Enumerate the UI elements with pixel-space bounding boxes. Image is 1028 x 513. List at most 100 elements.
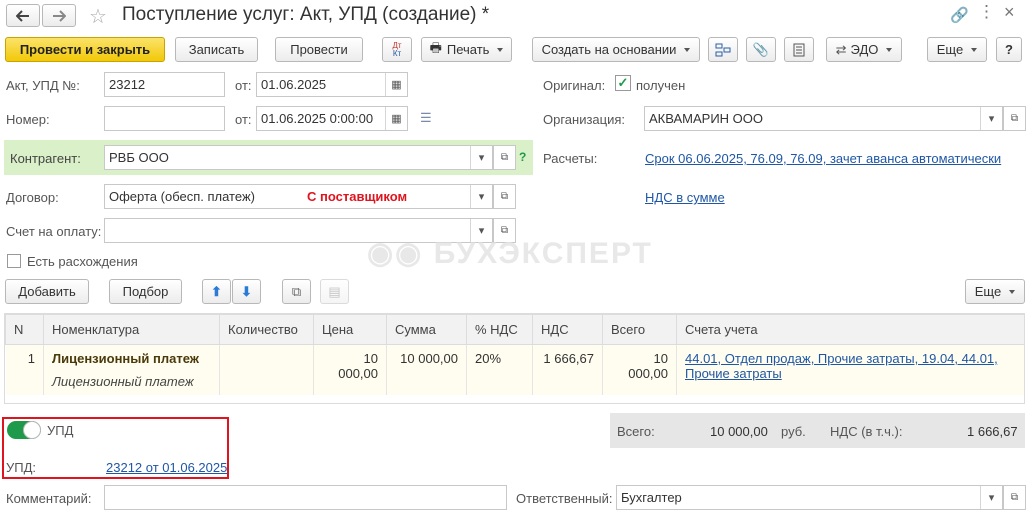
structure-button[interactable] [708,37,738,62]
column-header[interactable]: Всего [602,314,677,345]
discrepancy-checkbox[interactable] [7,254,21,268]
contract-value: Оферта (обесп. платеж) [109,189,255,204]
total-cell[interactable]: 10 000,00 [602,344,677,395]
chevron-down-icon[interactable]: ▾ [980,107,1002,130]
organization-label: Организация: [543,112,626,127]
more-button[interactable]: Еще [927,37,987,62]
price-cell[interactable]: 10 000,00 [313,344,387,395]
column-header[interactable]: Цена [313,314,387,345]
open-icon[interactable]: ⧉ [493,184,516,209]
calendar-icon[interactable]: ▦ [385,107,407,130]
help-button[interactable]: ? [996,37,1022,62]
responsible-field[interactable]: Бухгалтер ▾ [616,485,1003,510]
contractor-value: РВБ ООО [109,150,169,165]
add-row-button[interactable]: Добавить [5,279,89,304]
save-button[interactable]: Записать [175,37,258,62]
vat-total-value: 1 666,67 [967,424,1018,439]
contract-field[interactable]: Оферта (обесп. платеж) С поставщиком ▾ [104,184,493,209]
chevron-down-icon[interactable]: ▾ [980,486,1002,509]
pick-button[interactable]: Подбор [109,279,182,304]
move-up-button[interactable]: ⬆ [202,279,231,304]
original-checkbox[interactable]: ✓ [615,75,631,91]
window-title: Поступление услуг: Акт, УПД (создание) * [122,4,490,25]
settlements-label: Расчеты: [543,151,598,166]
structure-icon [715,43,731,56]
upd-toggle-label: УПД [47,423,74,438]
table-more-button[interactable]: Еще [965,279,1025,304]
printer-icon: 🖶 [429,39,442,55]
open-icon[interactable]: ⧉ [1003,106,1026,131]
arrow-right-icon [53,9,66,22]
print-button[interactable]: 🖶 Печать [421,37,512,62]
number-field[interactable] [104,106,225,131]
copy-button[interactable]: ⧉ [282,279,311,304]
post-and-close-button[interactable]: Провести и закрыть [5,37,165,62]
original-label: Оригинал: [543,78,606,93]
accounts-cell[interactable]: 44.01, Отдел продаж, Прочие затраты, 19.… [677,345,1025,396]
link-icon[interactable]: 🔗 [950,6,969,24]
create-based-on-button[interactable]: Создать на основании [532,37,700,62]
act-number-field[interactable]: 23212 [104,72,225,97]
dt-kt-button[interactable]: Дт Кт [382,37,412,62]
vat-in-sum-link[interactable]: НДС в сумме [645,190,725,205]
column-header[interactable]: Счета учета [676,314,1024,345]
contract-type: С поставщиком [307,189,408,204]
contractor-field[interactable]: РВБ ООО ▾ [104,145,493,170]
table-row[interactable]: 1 Лицензионный платеж Лицензионный плате… [5,344,1025,396]
sum-cell[interactable]: 10 000,00 [386,344,467,395]
upd-toggle[interactable] [7,421,41,439]
move-down-button[interactable]: ⬇ [232,279,261,304]
settlements-link[interactable]: Срок 06.06.2025, 76.09, 76.09, зачет ава… [645,151,1001,166]
quantity-cell[interactable] [219,344,314,395]
accounts-link-line1[interactable]: 44.01, Отдел продаж, Прочие затраты, 19.… [685,351,1018,366]
close-icon[interactable]: × [1004,2,1015,23]
calendar-icon[interactable]: ▦ [385,73,407,96]
accounts-link-line2[interactable]: Прочие затраты [685,366,1018,381]
arrow-left-icon [16,9,29,22]
responsible-label: Ответственный: [516,491,613,506]
chevron-down-icon[interactable]: ▾ [470,146,492,169]
column-header[interactable]: Номенклатура [43,314,220,345]
menu-dots-icon[interactable]: ⋮ [978,2,995,22]
contract-label: Договор: [6,190,59,205]
nomenclature-cell[interactable]: Лицензионный платеж Лицензионный платеж [43,344,220,395]
attach-button[interactable]: 📎 [746,37,776,62]
watermark-text: БУХЭКСПЕРТ [433,237,653,270]
help-question-icon[interactable]: ? [519,150,526,164]
vat-rate-cell[interactable]: 20% [466,344,533,395]
chevron-down-icon[interactable]: ▾ [470,185,492,208]
currency-label: руб. [781,424,806,439]
report-button[interactable] [784,37,814,62]
totals-panel [610,413,1025,448]
comment-lines-icon[interactable]: ☰ [420,110,432,126]
vat-cell[interactable]: 1 666,67 [532,344,603,395]
organization-field[interactable]: АКВАМАРИН ООО ▾ [644,106,1003,131]
column-header[interactable]: % НДС [466,314,533,345]
edo-icon: ⇄ [835,41,847,57]
number-date-field[interactable]: 01.06.2025 0:00:00 ▦ [256,106,408,131]
column-header[interactable]: Количество [219,314,314,345]
organization-value: АКВАМАРИН ООО [649,111,764,126]
back-button[interactable] [6,4,40,27]
upd-link[interactable]: 23212 от 01.06.2025 [106,460,227,475]
responsible-value: Бухгалтер [621,490,682,505]
document-icon [793,43,805,56]
column-header[interactable]: N [5,314,44,345]
forward-button[interactable] [42,4,76,27]
column-header[interactable]: Сумма [386,314,467,345]
open-icon[interactable]: ⧉ [1003,485,1026,510]
edo-button[interactable]: ⇄ ЭДО [826,37,902,62]
column-header[interactable]: НДС [532,314,603,345]
edo-label: ЭДО [850,42,879,57]
paste-button[interactable]: ▤ [320,279,349,304]
paperclip-icon: 📎 [752,41,770,57]
open-icon[interactable]: ⧉ [493,145,516,170]
comment-field[interactable] [104,485,507,510]
row-number: 1 [5,344,44,395]
table-header-row: N Номенклатура Количество Цена Сумма % Н… [5,314,1024,345]
invoice-label: Счет на оплату: [6,224,102,239]
act-date-field[interactable]: 01.06.2025 ▦ [256,72,408,97]
post-button[interactable]: Провести [275,37,363,62]
favorite-star-icon[interactable]: ☆ [89,4,107,29]
total-label: Всего: [617,424,655,439]
